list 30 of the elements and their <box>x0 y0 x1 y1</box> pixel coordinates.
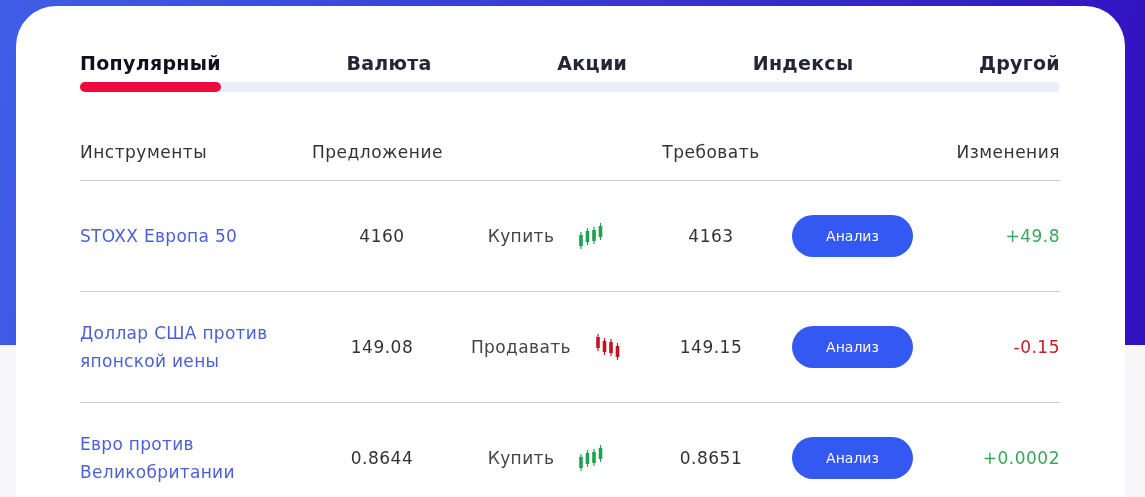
instrument-link[interactable]: Доллар США против японской иены <box>80 319 312 375</box>
change-value: -0.15 <box>1013 337 1060 357</box>
analysis-button[interactable]: Анализ <box>792 437 913 479</box>
falling-candles-icon <box>595 333 622 361</box>
column-header: Изменения <box>956 142 1060 162</box>
tab[interactable]: Акции <box>557 52 628 74</box>
action-label: Продавать <box>470 337 572 357</box>
instrument-link[interactable]: STOXX Европа 50 <box>80 222 238 250</box>
tab[interactable]: Валюта <box>346 52 432 74</box>
bid-price: 149.08 <box>350 337 414 357</box>
tab[interactable]: Индексы <box>752 52 854 74</box>
bid-price: 4160 <box>359 226 405 246</box>
action-label: Купить <box>487 226 555 246</box>
column-header: Требовать <box>662 142 760 162</box>
tab[interactable]: Другой <box>978 52 1060 74</box>
change-value: +0.0002 <box>982 448 1060 468</box>
instrument-link[interactable]: Евро против Великобритании <box>80 430 312 486</box>
ask-price: 149.15 <box>679 337 743 357</box>
column-header: Предложение <box>312 142 444 162</box>
ask-price: 0.8651 <box>679 448 743 468</box>
tab[interactable]: Популярный <box>80 52 221 74</box>
rising-candles-icon <box>578 444 605 472</box>
column-header: Инструменты <box>80 142 209 162</box>
analysis-button[interactable]: Анализ <box>792 326 913 368</box>
bid-price: 0.8644 <box>350 448 414 468</box>
rising-candles-icon <box>578 222 605 250</box>
change-value: +49.8 <box>1005 226 1060 246</box>
action-label: Купить <box>487 448 555 468</box>
ask-price: 4163 <box>688 226 734 246</box>
analysis-button[interactable]: Анализ <box>792 215 913 257</box>
